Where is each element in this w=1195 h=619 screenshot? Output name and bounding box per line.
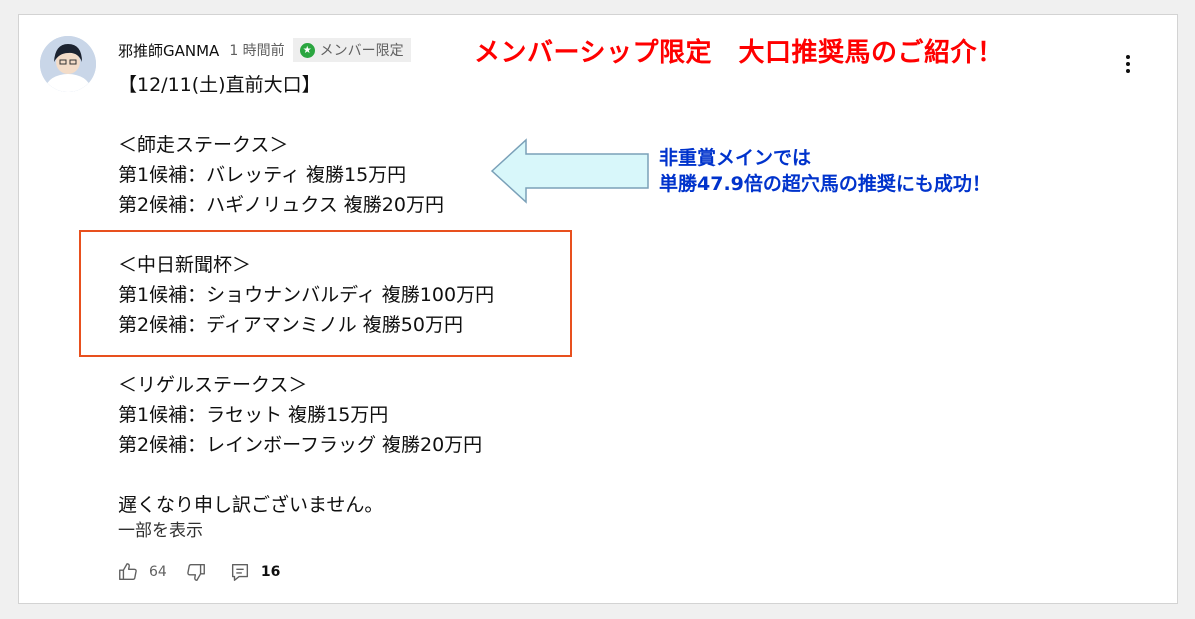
comment-line-date: 【12/11(土)直前大口】 bbox=[118, 74, 321, 96]
like-count: 64 bbox=[149, 564, 167, 580]
thumbs-up-icon bbox=[119, 563, 137, 581]
race-a-pick-1: 第1候補：バレッティ 複勝15万円 bbox=[118, 164, 407, 186]
annotation-line-2: 単勝47.9倍の超穴馬の推奨にも成功！ bbox=[659, 173, 991, 195]
highlight-box bbox=[79, 230, 572, 357]
more-actions-icon[interactable] bbox=[1116, 50, 1140, 78]
members-only-badge: ★ メンバー限定 bbox=[292, 38, 411, 62]
like-button[interactable]: 64 bbox=[117, 561, 185, 583]
avatar-image bbox=[40, 36, 96, 92]
reply-button[interactable]: 16 bbox=[229, 561, 280, 583]
race-c-pick-2: 第2候補：レインボーフラッグ 複勝20万円 bbox=[118, 434, 483, 456]
reply-icon bbox=[231, 563, 248, 581]
headline-overlay: メンバーシップ限定 大口推奨馬のご紹介！ bbox=[474, 38, 1004, 68]
thumbs-down-icon bbox=[187, 563, 205, 581]
race-a-pick-2: 第2候補：ハギノリュクス 複勝20万円 bbox=[118, 194, 444, 216]
annotation-line-1: 非重賞メインでは bbox=[659, 147, 812, 169]
author-name[interactable]: 邪推師GANMA bbox=[118, 40, 219, 61]
members-only-label: メンバー限定 bbox=[319, 43, 404, 59]
left-arrow-icon bbox=[490, 138, 649, 204]
show-more-link[interactable]: 一部を表示 bbox=[118, 516, 203, 541]
reply-count: 16 bbox=[260, 564, 281, 580]
star-icon: ★ bbox=[299, 42, 315, 58]
race-c-title: ＜リゲルステークス＞ bbox=[118, 374, 308, 396]
comment-timestamp[interactable]: 1 時間前 bbox=[229, 40, 284, 60]
comment-header: 邪推師GANMA 1 時間前 ★ メンバー限定 bbox=[118, 38, 411, 62]
race-a-title: ＜師走ステークス＞ bbox=[118, 134, 289, 156]
annotation-note: 非重賞メインでは 単勝47.9倍の超穴馬の推奨にも成功！ bbox=[659, 145, 991, 197]
comment-actions: 64 16 bbox=[117, 560, 280, 584]
race-c-pick-1: 第1候補：ラセット 複勝15万円 bbox=[118, 404, 389, 426]
dislike-button[interactable] bbox=[185, 561, 207, 583]
avatar[interactable] bbox=[40, 36, 96, 92]
